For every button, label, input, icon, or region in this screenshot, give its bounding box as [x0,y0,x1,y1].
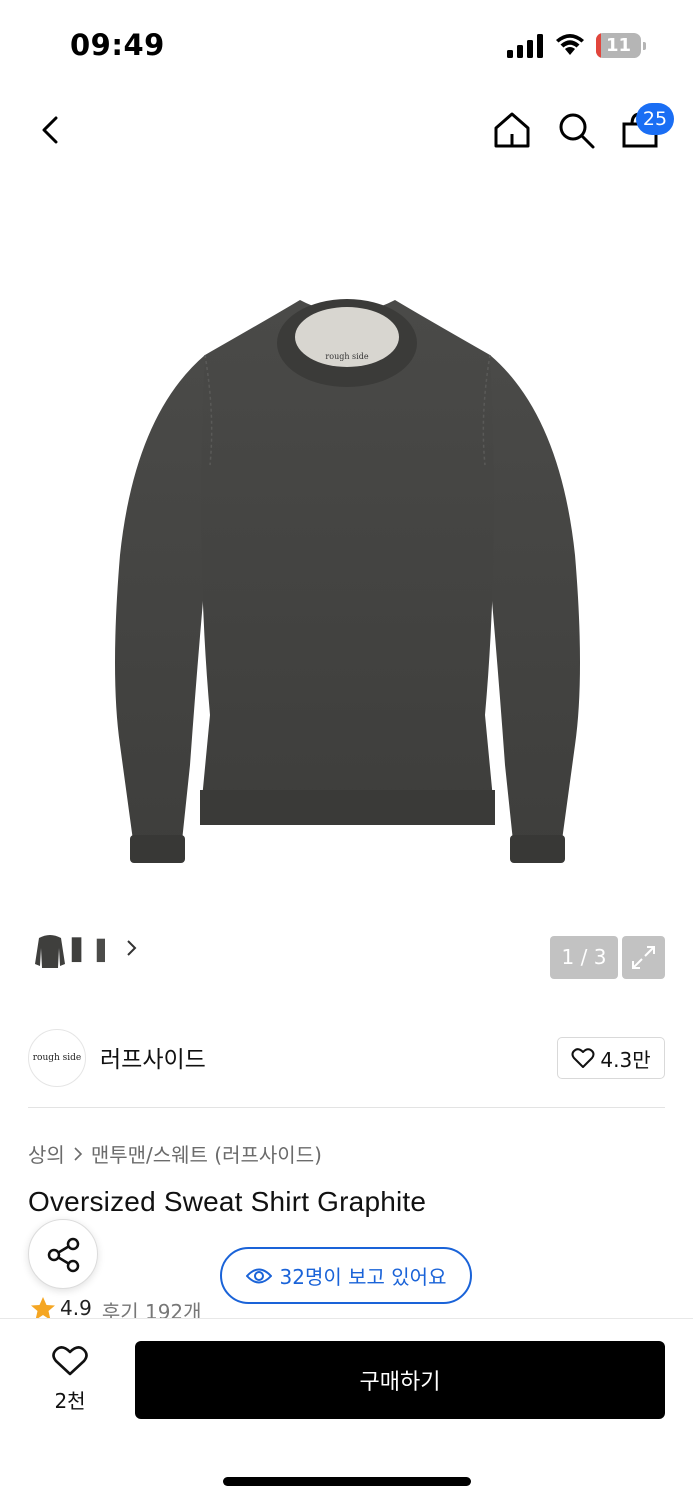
breadcrumb-category[interactable]: 상의 [28,1139,65,1168]
bottom-action-bar: 2천 구매하기 [0,1318,693,1500]
buy-button[interactable]: 구매하기 [135,1341,665,1419]
thumbnail-strip[interactable] [28,919,146,979]
brand-like-button[interactable]: 4.3만 [557,1037,665,1079]
rating-value: 4.9 [60,1296,92,1320]
eye-icon [245,1268,272,1283]
chevron-right-icon[interactable] [124,937,138,959]
search-icon[interactable] [554,108,598,152]
cart-count-badge: 25 [636,103,674,135]
rating-row[interactable]: 4.9 후기 192개 [30,1296,202,1320]
home-indicator [223,1477,471,1486]
brand-like-count: 4.3만 [600,1047,651,1072]
share-icon [47,1237,80,1273]
brand-logo[interactable]: rough side [28,1029,86,1087]
chevron-right-icon [74,1146,82,1161]
product-title: Oversized Sweat Shirt Graphite [28,1186,427,1217]
signal-icon [507,34,543,58]
divider [28,1107,665,1108]
brand-name[interactable]: 러프사이드 [100,1040,206,1074]
viewers-text: 32명이 보고 있어요 [279,1265,447,1289]
status-bar: 09:49 11 [0,0,693,90]
image-page-indicator: 1 / 3 [550,936,618,979]
viewers-badge: 32명이 보고 있어요 [220,1247,472,1304]
breadcrumb: 상의 맨투맨/스웨트 (러프사이드) [28,1139,322,1168]
battery-icon: 11 [596,33,646,58]
thumbnail-side[interactable] [69,926,91,972]
wifi-icon [556,34,584,55]
wishlist-button[interactable]: 2천 [40,1345,100,1415]
product-photo[interactable]: rough side [105,295,590,890]
star-icon [31,1297,55,1320]
status-time: 09:49 [70,28,165,62]
wishlist-count: 2천 [54,1389,86,1413]
collar-label: rough side [325,352,368,361]
home-icon[interactable] [490,108,534,152]
back-icon[interactable] [32,110,72,150]
breadcrumb-subcategory[interactable]: 맨투맨/스웨트 (러프사이드) [91,1139,322,1168]
thumbnail-front[interactable] [34,926,66,972]
share-button[interactable] [28,1219,98,1289]
thumbnail-back[interactable] [94,926,116,972]
review-count: 후기 192개 [101,1300,202,1320]
heart-icon [571,1048,595,1068]
battery-percent: 11 [605,35,632,56]
expand-icon[interactable] [622,936,665,979]
heart-icon [52,1346,88,1376]
